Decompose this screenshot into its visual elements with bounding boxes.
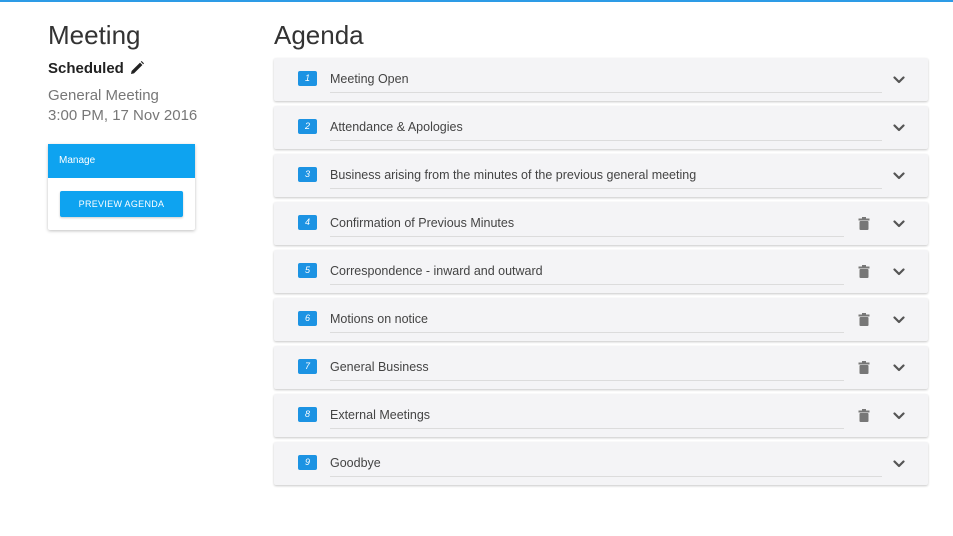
meeting-info-panel: Meeting Scheduled General Meeting 3:00 P… [48,20,198,126]
agenda-item-title[interactable]: Attendance & Apologies [330,119,463,135]
preview-agenda-button[interactable]: PREVIEW AGENDA [60,191,183,217]
chevron-down-icon[interactable] [893,411,905,421]
agenda-item-underline [330,380,844,381]
trash-icon[interactable] [858,217,870,230]
agenda-item-title[interactable]: External Meetings [330,407,430,423]
manage-header: Manage [48,144,195,178]
agenda-item-underline [330,332,844,333]
agenda-item-number: 4 [298,215,317,230]
chevron-down-icon[interactable] [893,459,905,469]
chevron-down-icon[interactable] [893,267,905,277]
agenda-item-title[interactable]: Correspondence - inward and outward [330,263,543,279]
agenda-item[interactable]: 9 Goodbye [274,442,928,485]
trash-icon[interactable] [858,361,870,374]
agenda-item-title[interactable]: Meeting Open [330,71,409,87]
agenda-item-title[interactable]: Motions on notice [330,311,428,327]
agenda-list: 1 Meeting Open 2 Attendance & Apologies 3 Bus… [274,58,928,490]
agenda-item[interactable]: 2 Attendance & Apologies [274,106,928,149]
chevron-down-icon[interactable] [893,219,905,229]
agenda-item[interactable]: 7 General Business [274,346,928,389]
top-accent-bar [0,0,953,2]
agenda-heading: Agenda [274,20,364,50]
chevron-down-icon[interactable] [893,123,905,133]
agenda-item-number: 1 [298,71,317,86]
chevron-down-icon[interactable] [893,75,905,85]
agenda-item-underline [330,284,844,285]
trash-icon[interactable] [858,313,870,326]
agenda-item[interactable]: 4 Confirmation of Previous Minutes [274,202,928,245]
manage-card: Manage PREVIEW AGENDA [48,144,195,230]
agenda-item-underline [330,92,882,93]
agenda-item-number: 5 [298,263,317,278]
meeting-datetime: 3:00 PM, 17 Nov 2016 [48,107,198,124]
chevron-down-icon[interactable] [893,363,905,373]
agenda-item-underline [330,140,882,141]
agenda-item[interactable]: 3 Business arising from the minutes of th… [274,154,928,197]
agenda-item-number: 3 [298,167,317,182]
agenda-item-underline [330,476,882,477]
agenda-item[interactable]: 1 Meeting Open [274,58,928,101]
agenda-item-title[interactable]: Business arising from the minutes of the… [330,167,696,183]
agenda-item-underline [330,236,844,237]
chevron-down-icon[interactable] [893,171,905,181]
agenda-item-underline [330,188,882,189]
trash-icon[interactable] [858,265,870,278]
agenda-item-number: 7 [298,359,317,374]
agenda-item-title[interactable]: General Business [330,359,429,375]
meeting-title: Meeting [48,20,141,50]
agenda-item-number: 9 [298,455,317,470]
agenda-item[interactable]: 8 External Meetings [274,394,928,437]
chevron-down-icon[interactable] [893,315,905,325]
status-row: Scheduled [48,59,198,77]
agenda-item-title[interactable]: Confirmation of Previous Minutes [330,215,514,231]
meeting-status: Scheduled [48,59,124,77]
meeting-type: General Meeting [48,87,159,104]
trash-icon[interactable] [858,409,870,422]
agenda-item-number: 8 [298,407,317,422]
agenda-item-title[interactable]: Goodbye [330,455,381,471]
pencil-icon[interactable] [129,60,145,76]
agenda-item-number: 6 [298,311,317,326]
agenda-item-number: 2 [298,119,317,134]
agenda-item[interactable]: 5 Correspondence - inward and outward [274,250,928,293]
agenda-item[interactable]: 6 Motions on notice [274,298,928,341]
agenda-item-underline [330,428,844,429]
